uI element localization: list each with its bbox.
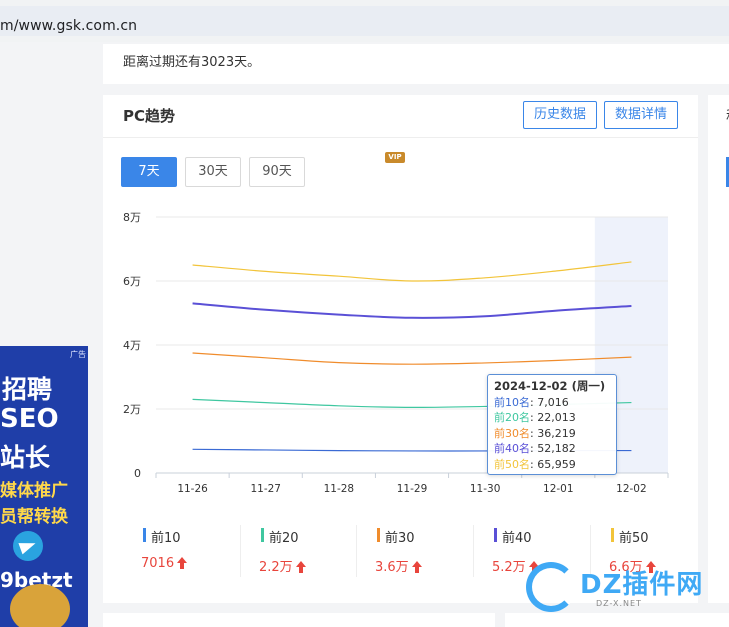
- y-tick-label: 2万: [123, 403, 141, 416]
- tooltip-series-value: 36,219: [537, 426, 576, 440]
- legend-color-bar: [377, 528, 380, 542]
- watermark-subtext: DZ-X.NET: [596, 599, 642, 608]
- x-tick-label: 11-29: [397, 483, 428, 495]
- address-bar[interactable]: m/www.gsk.com.cn: [0, 6, 729, 36]
- legend-name: 前20: [269, 531, 299, 546]
- y-tick-label: 6万: [123, 275, 141, 288]
- tooltip-series-label: 前10名: [494, 395, 530, 409]
- legend-divider: [356, 525, 357, 577]
- series-line-4[interactable]: [192, 302, 632, 319]
- legend-color-bar: [494, 528, 497, 542]
- tooltip-row: 前10名: 7,016: [494, 395, 610, 411]
- history-data-button[interactable]: 历史数据: [523, 101, 597, 129]
- advertisement-banner[interactable]: 广告 招聘 SEO 站长 媒体推广 员帮转换 9betzt: [0, 346, 88, 627]
- vip-badge: VIP: [385, 152, 405, 163]
- trend-up-arrow-stem: [414, 567, 419, 573]
- legend-value-text: 5.2万: [492, 560, 526, 575]
- tooltip-series-label: 前20名: [494, 411, 530, 424]
- tooltip-row: 前30名: 36,219: [494, 426, 610, 442]
- legend-color-bar: [611, 528, 614, 542]
- legend-divider: [240, 525, 241, 577]
- legend-value: 7016: [141, 556, 191, 571]
- browser-toolbar: m/www.gsk.com.cn: [0, 0, 729, 42]
- legend-value-text: 7016: [141, 556, 175, 571]
- watermark-text: DZ插件网: [580, 570, 704, 600]
- x-tick-label: 11-27: [250, 483, 281, 495]
- legend-name: 前30: [385, 531, 415, 546]
- card-title: PC趋势: [123, 107, 176, 125]
- coin-icon: [10, 584, 70, 627]
- bottom-card-left: [103, 613, 495, 627]
- ad-line-3: 站长: [0, 443, 51, 472]
- tooltip-series-label: 前50名: [494, 457, 530, 471]
- legend-value-text: 3.6万: [375, 560, 409, 575]
- tooltip-series-label: 前30名: [494, 426, 530, 440]
- range-90-days-button[interactable]: 90天: [249, 157, 305, 187]
- ad-tag: 广告: [70, 350, 86, 359]
- tooltip-row: 前50名: 65,959: [494, 457, 610, 473]
- ad-line-5: 员帮转换: [0, 507, 68, 527]
- tooltip-row: 前20名: 22,013: [494, 410, 610, 426]
- range-7-days-button[interactable]: 7天: [121, 157, 177, 187]
- right-trend-card: 移: [708, 95, 729, 603]
- tooltip-title: 2024-12-02 (周一): [494, 379, 606, 393]
- chart-tooltip: 2024-12-02 (周一) 前10名: 7,016 前20名: 22,013 前…: [487, 374, 617, 475]
- pc-trend-card: PC趋势 历史数据 数据详情 7天 30天 90天 VIP 0 2万 4万 6万 8万 1…: [103, 95, 698, 603]
- y-tick-label: 4万: [123, 339, 141, 352]
- x-tick-label: 11-28: [324, 483, 355, 495]
- data-detail-button[interactable]: 数据详情: [604, 101, 678, 129]
- legend-value-text: 2.2万: [259, 560, 293, 575]
- series-line-3[interactable]: [192, 352, 632, 365]
- site-watermark: DZ插件网 DZ-X.NET: [526, 560, 726, 618]
- legend-color-bar: [261, 528, 264, 542]
- x-tick-label: 12-01: [543, 483, 574, 495]
- expiry-text: 距离过期还有3023天。: [123, 55, 261, 70]
- trend-up-arrow-stem: [180, 563, 185, 569]
- telegram-icon: [13, 531, 43, 561]
- x-tick-label: 11-30: [470, 483, 501, 495]
- series-line-5[interactable]: [192, 261, 632, 282]
- trend-up-arrow-stem: [298, 567, 303, 573]
- legend-divider: [473, 525, 474, 577]
- tooltip-series-label: 前40名: [494, 442, 530, 455]
- legend-name: 前10: [151, 531, 181, 546]
- legend-value: 3.6万: [375, 556, 426, 575]
- tooltip-series-value: 52,182: [537, 442, 576, 455]
- tooltip-series-value: 22,013: [537, 411, 576, 424]
- tooltip-series-value: 7,016: [537, 395, 569, 409]
- y-tick-label: 8万: [123, 211, 141, 224]
- x-tick-label: 11-26: [177, 483, 208, 495]
- ad-line-1: 招聘: [2, 375, 53, 404]
- legend-value: 2.2万: [259, 556, 310, 575]
- range-30-days-button[interactable]: 30天: [185, 157, 241, 187]
- url-text[interactable]: m/www.gsk.com.cn: [0, 18, 137, 34]
- tooltip-row: 前40名: 52,182: [494, 441, 610, 457]
- legend-color-bar: [143, 528, 146, 542]
- ad-line-2: SEO: [0, 404, 59, 434]
- legend-name: 前40: [502, 531, 532, 546]
- watermark-logo-icon: [526, 562, 576, 612]
- legend-name: 前50: [619, 531, 649, 546]
- x-tick-label: 12-02: [616, 483, 647, 495]
- tooltip-series-value: 65,959: [537, 457, 576, 471]
- y-tick-label: 0: [134, 467, 141, 480]
- expiry-card: 距离过期还有3023天。: [103, 44, 729, 84]
- ad-line-4: 媒体推广: [0, 481, 68, 501]
- card-header-divider: [103, 137, 698, 138]
